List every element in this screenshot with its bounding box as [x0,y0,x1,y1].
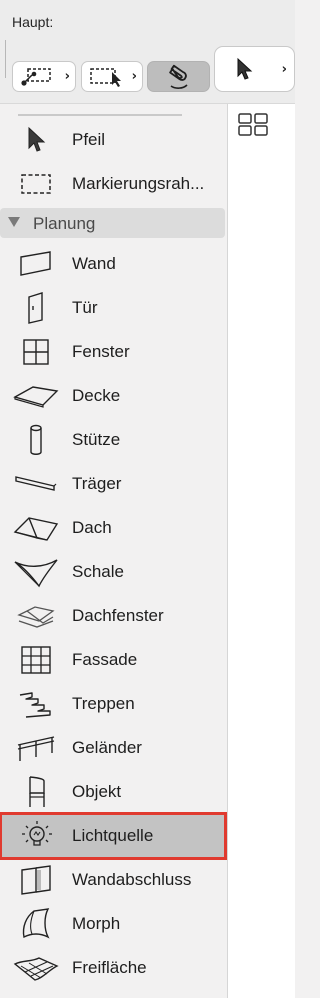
right-pane [228,104,295,998]
railing-icon [8,726,64,770]
skylight-icon [8,594,64,638]
tool-label: Fassade [72,650,138,669]
tool-label: Tür [72,298,98,317]
tool-markierungsrahmen[interactable]: Markierungsrah... [0,162,228,206]
tool-pfeil[interactable]: Pfeil [0,118,228,162]
pointer-tool-button[interactable]: › [214,46,295,92]
wall-end-icon [8,858,64,902]
marquee-dot-icon [19,66,53,88]
magnet-icon [165,64,193,90]
door-icon [8,286,64,330]
tool-label: Lichtquelle [72,826,154,845]
tool-dachfenster[interactable]: Dachfenster [0,594,228,638]
tool-label: Wandabschluss [72,870,192,889]
window-icon [8,330,64,374]
marquee-dot-button[interactable]: › [12,61,76,92]
tool-traeger[interactable]: Träger [0,462,228,506]
shell-icon [8,550,64,594]
header-title: Haupt: [12,14,54,30]
tool-label: Markierungsrah... [72,174,205,193]
list-divider [18,114,182,116]
chair-icon [8,770,64,814]
tool-schale[interactable]: Schale [0,550,228,594]
tool-morph[interactable]: Morph [0,902,228,946]
section-label: Planung [33,214,96,233]
light-bulb-icon [9,814,65,858]
arrow-pointer-icon [8,118,64,162]
marquee-icon [8,162,64,206]
chevron-right-icon: › [131,69,137,84]
tool-label: Fenster [72,342,130,361]
tool-stuetze[interactable]: Stütze [0,418,228,462]
section-planung[interactable]: Planung [0,208,225,238]
tool-label: Dach [72,518,112,537]
tool-treppen[interactable]: Treppen [0,682,228,726]
tool-label: Objekt [72,782,122,801]
tool-gelaender[interactable]: Geländer [0,726,228,770]
tool-decke[interactable]: Decke [0,374,228,418]
stairs-icon [8,682,64,726]
arrow-pointer-icon [235,57,255,81]
tool-label: Wand [72,254,116,273]
magnet-snap-button[interactable] [147,61,210,92]
marquee-arrow-icon [89,66,125,88]
tool-label: Stütze [72,430,121,449]
tool-lichtquelle[interactable]: Lichtquelle [0,812,227,860]
column-icon [8,418,64,462]
chevron-right-icon: › [64,69,70,84]
wall-icon [8,242,64,286]
tool-tuer[interactable]: Tür [0,286,228,330]
tool-freiflaeche[interactable]: Freifläche [0,946,228,990]
tool-label: Dachfenster [72,606,164,625]
morph-icon [8,902,64,946]
tool-label: Decke [72,386,121,405]
beam-icon [8,462,64,506]
tool-label: Treppen [72,694,135,713]
tool-dach[interactable]: Dach [0,506,228,550]
curtain-wall-icon [8,638,64,682]
tool-wand[interactable]: Wand [0,242,228,286]
tool-list: Pfeil Markierungsrah... Planung Wand Tür… [0,104,228,998]
tool-wandabschluss[interactable]: Wandabschluss [0,858,228,902]
toolbox-header: Haupt: › › › [0,0,295,104]
tool-label: Freifläche [72,958,147,977]
tool-label: Träger [72,474,122,493]
tool-fassade[interactable]: Fassade [0,638,228,682]
marquee-arrow-button[interactable]: › [81,61,143,92]
grid-view-icon[interactable] [237,112,269,141]
tool-label: Schale [72,562,124,581]
roof-icon [8,506,64,550]
tool-label: Morph [72,914,121,933]
disclosure-triangle-icon [8,217,20,227]
slab-icon [8,374,64,418]
tool-fenster[interactable]: Fenster [0,330,228,374]
tool-label: Geländer [72,738,142,757]
tool-objekt[interactable]: Objekt [0,770,228,814]
mesh-icon [8,946,64,990]
tool-label: Pfeil [72,130,106,149]
panel-border [227,104,228,998]
chevron-right-icon: › [281,61,287,77]
header-divider [5,40,6,78]
